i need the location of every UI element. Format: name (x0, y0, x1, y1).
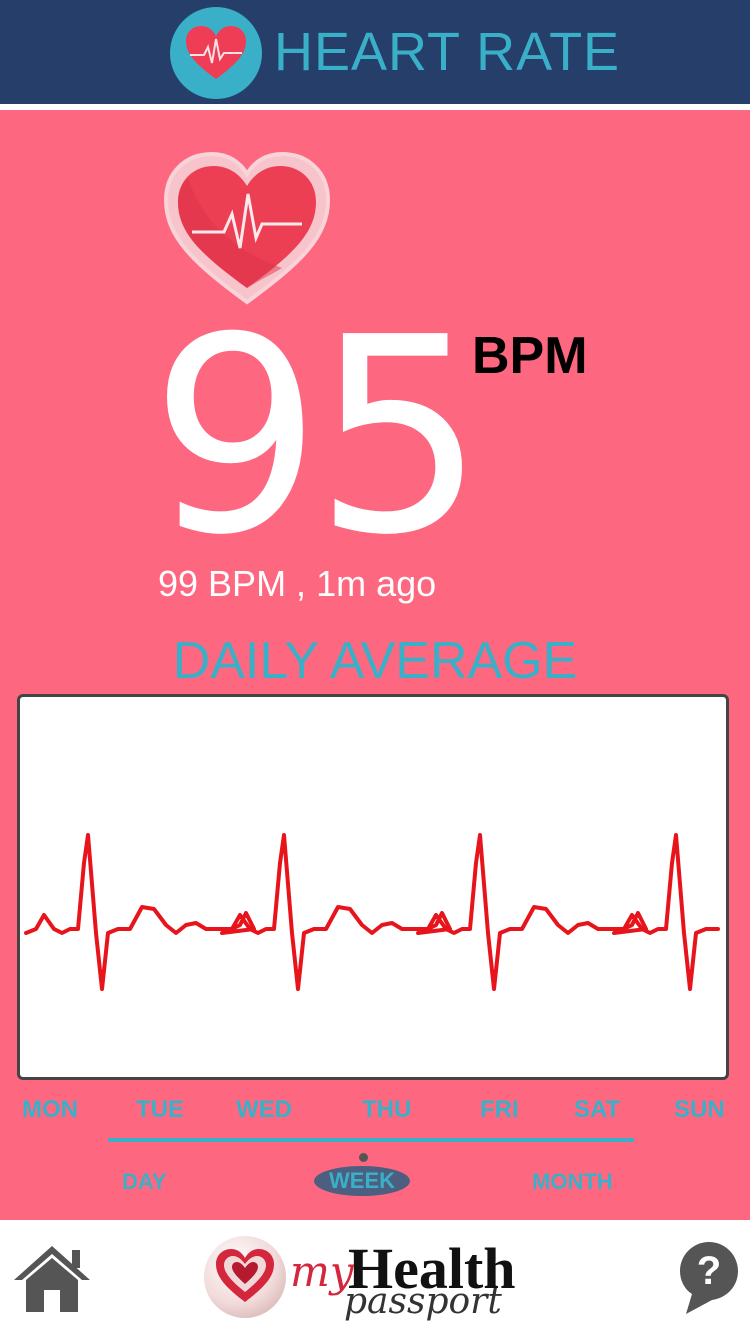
day-label-tue[interactable]: TUE (136, 1094, 184, 1126)
heart-pulse-icon (170, 7, 262, 99)
day-label-mon[interactable]: MON (22, 1094, 78, 1126)
day-axis: MON TUE WED THU FRI SAT SUN (0, 1094, 750, 1126)
day-label-sun[interactable]: SUN (674, 1094, 725, 1126)
app-header: HEART RATE (0, 0, 750, 104)
range-week-button[interactable]: WEEK (314, 1166, 410, 1196)
brand-heart-icon (204, 1236, 286, 1318)
heart-rate-chart (17, 694, 729, 1080)
timeline-rule (108, 1138, 634, 1142)
page-title: HEART RATE (274, 22, 621, 82)
ecg-trace (24, 833, 720, 991)
brand-logo: my Health passport (204, 1234, 554, 1326)
day-label-thu[interactable]: THU (362, 1094, 411, 1126)
heart-rate-value: 95 (150, 279, 486, 594)
range-month-button[interactable]: MONTH (532, 1168, 613, 1196)
day-label-wed[interactable]: WED (236, 1094, 292, 1126)
day-label-fri[interactable]: FRI (480, 1094, 519, 1126)
home-icon[interactable] (12, 1242, 92, 1319)
range-day-button[interactable]: DAY (122, 1168, 166, 1196)
ecg-line (24, 833, 720, 991)
day-label-sat[interactable]: SAT (574, 1094, 620, 1126)
brand-passport: passport (344, 1281, 502, 1322)
help-icon[interactable]: ? (678, 1240, 740, 1321)
selection-indicator (359, 1153, 368, 1162)
help-glyph: ? (697, 1249, 721, 1293)
heart-rate-unit: BPM (472, 327, 588, 385)
last-reading: 99 BPM , 1m ago (158, 563, 437, 604)
section-title: DAILY AVERAGE (172, 632, 578, 690)
